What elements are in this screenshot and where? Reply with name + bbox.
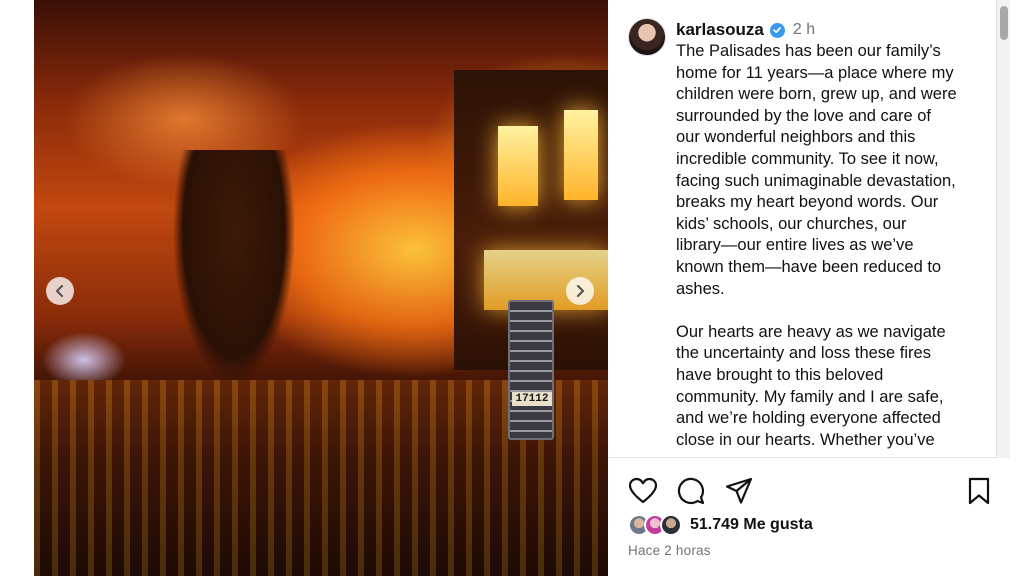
likes-count[interactable]: 51.749 Me gusta [690, 516, 813, 534]
paper-plane-icon [725, 477, 753, 504]
post-time: 2 h [792, 21, 816, 38]
chevron-left-icon [55, 284, 64, 298]
author-username[interactable]: karlasouza [676, 20, 764, 40]
save-button[interactable] [964, 476, 994, 506]
heart-outline-icon [628, 477, 658, 504]
like-button[interactable] [628, 476, 658, 506]
caption-scrollbar[interactable] [996, 0, 1010, 458]
next-photo-button[interactable] [566, 277, 594, 305]
likes-summary[interactable]: 51.749 Me gusta [628, 514, 813, 536]
post-media-photo[interactable]: 17112 [34, 0, 608, 576]
caption-header: karlasouza 2 h [676, 20, 815, 40]
caption-scroll-area[interactable]: karlasouza 2 h The Palisades has been ou… [608, 0, 996, 458]
comment-bubble-icon [677, 477, 705, 505]
burning-tree [174, 150, 294, 380]
previous-photo-button[interactable] [46, 277, 74, 305]
verified-badge-icon [769, 22, 785, 38]
mailbox [508, 300, 554, 440]
author-avatar[interactable] [628, 18, 666, 56]
address-number: 17112 [512, 392, 552, 406]
post-actions [628, 476, 990, 506]
comment-button[interactable] [676, 476, 706, 506]
post-side-panel: karlasouza 2 h The Palisades has been ou… [608, 0, 1024, 576]
post-caption: The Palisades has been our family’s home… [676, 42, 957, 449]
bookmark-outline-icon [968, 477, 990, 505]
liker-avatar [660, 514, 682, 536]
scrollbar-thumb[interactable] [1000, 6, 1008, 40]
posted-timestamp: Hace 2 horas [628, 543, 711, 558]
share-button[interactable] [724, 476, 754, 506]
chevron-right-icon [576, 284, 585, 298]
left-gutter [0, 0, 34, 576]
